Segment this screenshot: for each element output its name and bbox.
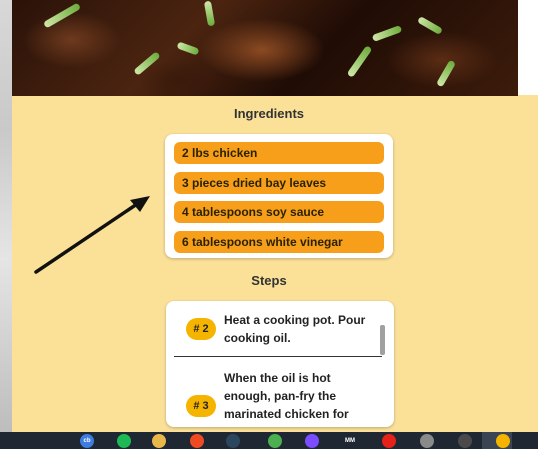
ingredient-item[interactable]: 3 pieces dried bay leaves [174,171,384,194]
garnish [346,45,373,78]
step-number-badge: # 2 [186,318,216,340]
steam-icon[interactable] [226,434,240,448]
game-icon[interactable] [458,434,472,448]
ingredient-item[interactable]: 4 tablespoons soy sauce [174,201,384,223]
chrome-icon[interactable] [268,434,282,448]
spotify-icon[interactable] [117,434,131,448]
garnish [203,0,216,27]
steps-list[interactable]: # 2 Heat a cooking pot. Pour cooking oil… [166,301,394,427]
chrome-active-icon[interactable] [496,434,510,448]
step-item: # 2 Heat a cooking pot. Pour cooking oil… [166,301,378,356]
youtube-icon[interactable] [382,434,396,448]
step-number-badge: # 3 [186,395,216,417]
garnish [371,25,403,42]
app-icon[interactable] [305,434,319,448]
recipe-hero-image [12,0,518,96]
brave-icon[interactable] [190,434,204,448]
adjacent-window-edge-right [518,0,538,95]
step-text: When the oil is hot enough, pan-fry the … [224,371,349,421]
ingredient-item[interactable]: 6 tablespoons white vinegar [174,230,384,253]
garnish [435,59,457,88]
adjacent-window-edge [0,0,12,432]
steps-scrollbar[interactable] [380,325,385,355]
phone-icon[interactable] [420,434,434,448]
step-text: Heat a cooking pot. Pour cooking oil. [224,313,366,345]
garnish [42,2,82,29]
copilot-icon[interactable]: cb [80,434,94,448]
step-item: # 3 When the oil is hot enough, pan-fry … [166,357,378,427]
annotation-arrow-icon [34,196,150,274]
ingredients-heading: Ingredients [233,106,305,121]
ingredient-item[interactable]: 2 lbs chicken [174,142,384,164]
windows-taskbar: cb MM [0,432,538,449]
mm-app-icon[interactable]: MM [343,434,357,448]
garnish [416,15,444,36]
ingredients-list[interactable]: 2 lbs chicken 3 pieces dried bay leaves … [165,134,393,258]
garnish [176,41,200,56]
file-explorer-icon[interactable] [152,434,166,448]
garnish [133,51,161,76]
